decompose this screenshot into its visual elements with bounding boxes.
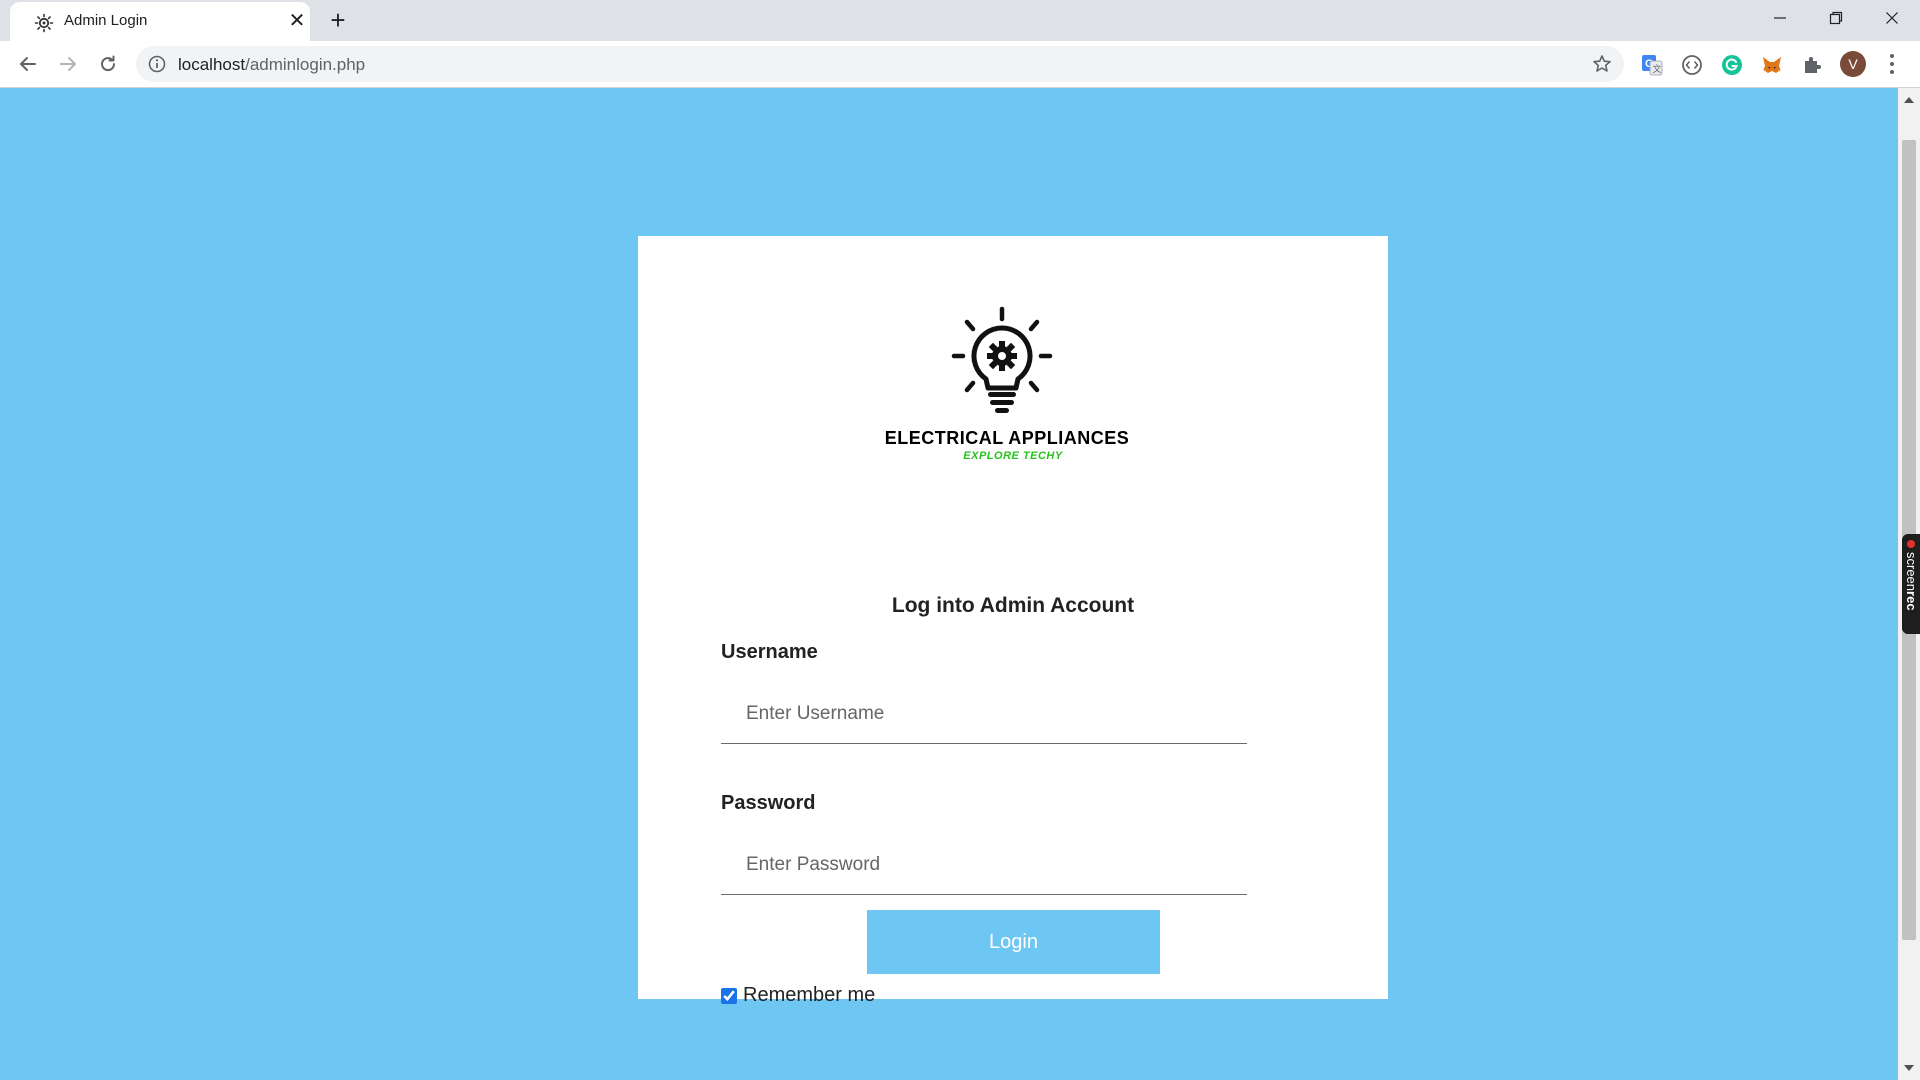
screenrec-label-light: screen [1904,552,1919,592]
remember-me-checkbox[interactable] [721,987,737,1004]
back-button[interactable] [14,50,42,78]
profile-avatar[interactable]: V [1840,51,1866,77]
menu-dot [1890,62,1894,66]
arrow-right-icon [60,57,76,71]
close-window-button[interactable] [1864,0,1920,36]
url-host: localhost [178,55,246,74]
dev-tools-icon[interactable] [1680,53,1704,77]
window-controls [1752,0,1920,41]
url-path: /adminlogin.php [245,55,366,74]
new-tab-button[interactable]: + [324,6,352,34]
screenrec-widget[interactable]: screenrec [1902,534,1920,634]
scroll-down-arrow-icon[interactable] [1898,1058,1920,1078]
minimize-button[interactable] [1752,0,1808,36]
arrow-left-icon [20,57,36,71]
bookmark-star-icon[interactable] [1592,54,1612,74]
menu-dot [1890,70,1894,74]
brand-title: ELECTRICAL APPLIANCES [884,428,1130,448]
code-circle-icon [1682,55,1702,75]
restore-icon [1829,11,1843,25]
minimize-icon [1774,17,1786,19]
tab-title: Admin Login [64,12,148,29]
lightbulb-gear-icon [951,306,1053,413]
info-icon[interactable] [148,55,166,73]
username-input[interactable] [721,684,1247,744]
screenrec-label-bold: rec [1904,591,1919,611]
login-heading: Log into Admin Account [891,594,1135,617]
browser-menu-button[interactable] [1884,52,1900,76]
metamask-icon[interactable] [1760,53,1784,77]
puzzle-icon [1805,57,1821,73]
gear-bulb-favicon-icon [34,13,54,33]
fox-icon [1763,57,1781,73]
page-viewport: ELECTRICAL APPLIANCES EXPLORE TECHY Log … [0,88,1898,1080]
reload-button[interactable] [94,50,122,78]
tab-admin-login[interactable]: Admin Login ✕ [10,2,310,41]
menu-dot [1890,54,1894,58]
reload-icon [101,55,116,72]
brand-logo: ELECTRICAL APPLIANCES EXPLORE TECHY [638,306,1388,496]
grammarly-icon[interactable] [1720,53,1744,77]
remember-me: Remember me [721,984,875,1007]
remember-me-label[interactable]: Remember me [743,984,875,1007]
url-text: localhost/adminlogin.php [178,55,365,75]
browser-window: Admin Login ✕ + localhost/adminlogin.php… [0,0,1920,1080]
translate-icon: G 文 [1642,55,1663,76]
record-dot-icon [1907,540,1915,548]
close-icon [1886,12,1898,24]
forward-button[interactable] [54,50,82,78]
restore-button[interactable] [1808,0,1864,36]
tab-strip: Admin Login ✕ + [0,0,1920,41]
login-card: ELECTRICAL APPLIANCES EXPLORE TECHY Log … [638,236,1388,1006]
scroll-up-arrow-icon[interactable] [1898,90,1920,110]
username-label: Username [721,641,818,663]
browser-toolbar: localhost/adminlogin.php G 文 V [0,41,1920,88]
screenrec-label: screenrec [1903,552,1919,632]
password-input[interactable] [721,835,1247,895]
svg-text:文: 文 [1653,63,1662,75]
puzzle-extensions-icon[interactable] [1800,53,1824,77]
google-translate-icon[interactable]: G 文 [1640,53,1664,77]
grammarly-logo-icon [1722,55,1742,75]
tab-close-icon[interactable]: ✕ [286,10,308,32]
address-bar[interactable]: localhost/adminlogin.php [136,46,1624,82]
login-button[interactable]: Login [867,910,1160,974]
brand-tagline: EXPLORE TECHY [963,450,1063,462]
password-label: Password [721,792,816,814]
